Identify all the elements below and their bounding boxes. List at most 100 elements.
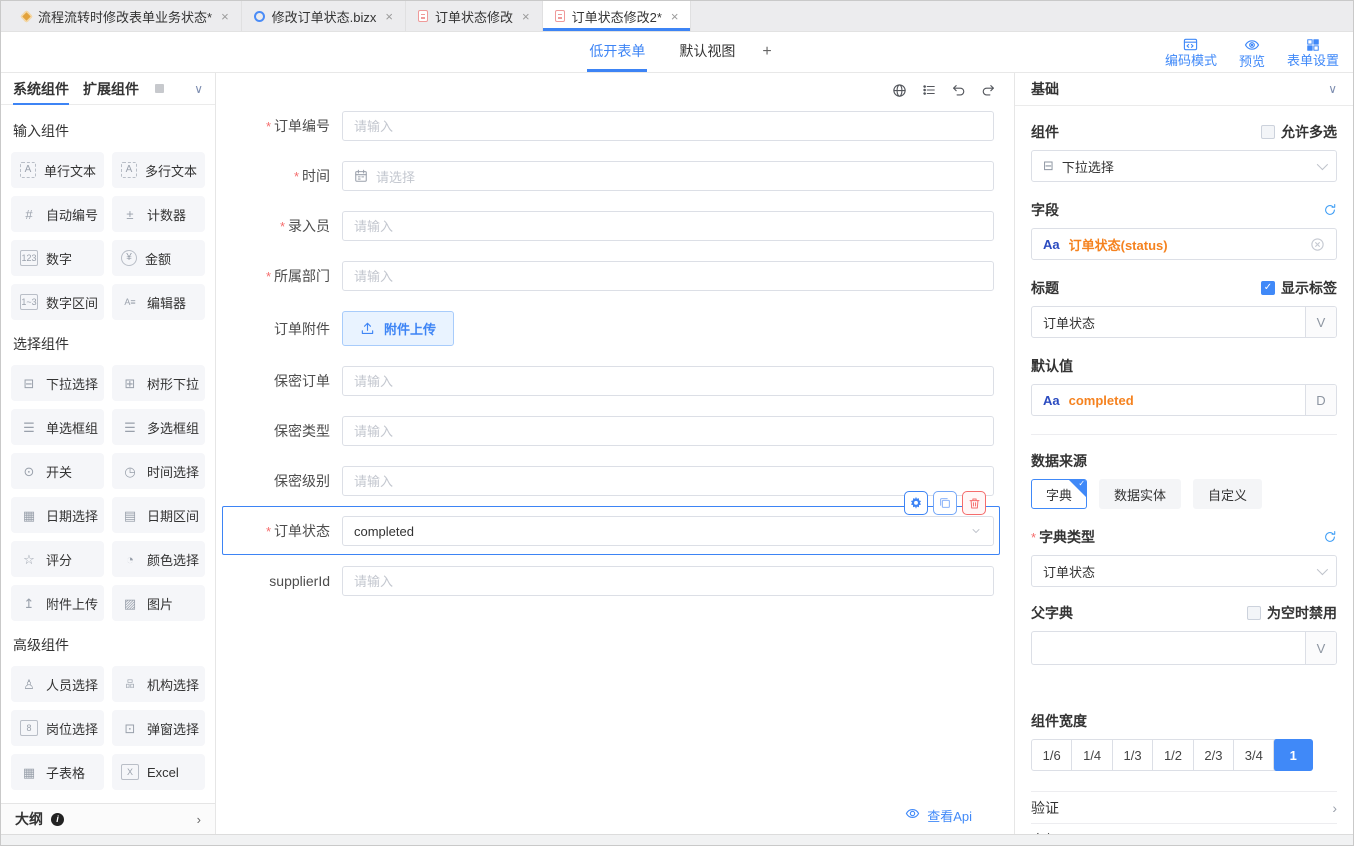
palette-item[interactable]: 品机构选择: [112, 666, 205, 702]
preview-icon: [1244, 37, 1260, 53]
select-input[interactable]: completed: [342, 516, 994, 546]
width-option[interactable]: 1: [1273, 739, 1313, 771]
close-tab-icon[interactable]: ×: [522, 9, 530, 24]
text-input[interactable]: [342, 466, 994, 496]
attachment-upload-icon: ↥: [20, 595, 38, 611]
toolbar-action-label: 编码模式: [1165, 54, 1217, 67]
required-asterisk: *: [266, 119, 271, 134]
close-tab-icon[interactable]: ×: [221, 9, 229, 24]
palette-item[interactable]: ⊙开关: [11, 453, 104, 489]
width-option[interactable]: 2/3: [1193, 740, 1233, 770]
view-tab-active[interactable]: 低开表单: [587, 32, 647, 72]
datasource-tab[interactable]: 数据实体: [1099, 479, 1181, 509]
palette-item-label: 计数器: [147, 205, 186, 224]
palette-item[interactable]: ♙人员选择: [11, 666, 104, 702]
copy-field-button[interactable]: [933, 491, 957, 515]
field-binding-box[interactable]: Aa 订单状态(status): [1031, 228, 1337, 260]
parent-dict-input[interactable]: [1032, 632, 1305, 664]
palette-item[interactable]: ⊟下拉选择: [11, 365, 104, 401]
form-field-row: 保密订单: [230, 366, 994, 396]
dict-type-select[interactable]: 订单状态: [1031, 555, 1337, 587]
palette-item[interactable]: ▦子表格: [11, 754, 104, 790]
editor-icon: A≡: [121, 294, 139, 310]
refresh-icon[interactable]: [1323, 203, 1337, 217]
view-tab-inactive[interactable]: 默认视图: [677, 32, 737, 72]
palette-item[interactable]: ↥附件上传: [11, 585, 104, 621]
palette-item[interactable]: ☰单选框组: [11, 409, 104, 445]
code-mode-button[interactable]: 编码模式: [1165, 37, 1217, 67]
outline-toggle[interactable]: 大纲 i ›: [1, 803, 215, 834]
undo-icon[interactable]: [951, 83, 966, 98]
text-input[interactable]: [342, 566, 994, 596]
redo-icon[interactable]: [981, 83, 996, 98]
palette-item[interactable]: ▦日期选择: [11, 497, 104, 533]
palette-item[interactable]: XExcel: [112, 754, 205, 790]
date-picker-input[interactable]: 请选择: [342, 161, 994, 191]
palette-item[interactable]: ☰多选框组: [112, 409, 205, 445]
form-settings-button[interactable]: 表单设置: [1287, 38, 1339, 67]
outline-icon[interactable]: [922, 83, 936, 97]
dynamic-button[interactable]: D: [1305, 385, 1336, 415]
palette-item[interactable]: 8岗位选择: [11, 710, 104, 746]
refresh-icon[interactable]: [1323, 530, 1337, 544]
add-view-button[interactable]: +: [762, 32, 771, 72]
palette-item[interactable]: ◷时间选择: [112, 453, 205, 489]
text-input[interactable]: [342, 261, 994, 291]
allow-multi-checkbox[interactable]: 允许多选: [1261, 122, 1337, 142]
component-type-select[interactable]: ⊟ 下拉选择: [1031, 150, 1337, 182]
palette-item[interactable]: ☆评分: [11, 541, 104, 577]
width-option[interactable]: 1/4: [1071, 740, 1111, 770]
datasource-tab[interactable]: 字典: [1031, 479, 1087, 509]
width-option[interactable]: 3/4: [1233, 740, 1273, 770]
width-option[interactable]: 1/3: [1112, 740, 1152, 770]
text-input[interactable]: [342, 416, 994, 446]
view-api-link[interactable]: 查看Api: [216, 796, 1014, 834]
palette-item[interactable]: A多行文本: [112, 152, 205, 188]
palette-item[interactable]: 123数字: [11, 240, 104, 276]
chevron-down-icon[interactable]: ∨: [194, 82, 203, 96]
preview-button[interactable]: 预览: [1239, 37, 1265, 68]
properties-header[interactable]: 基础 ∨: [1015, 73, 1353, 106]
delete-field-button[interactable]: [962, 491, 986, 515]
width-option[interactable]: 1/6: [1032, 740, 1071, 770]
width-option[interactable]: 1/2: [1152, 740, 1192, 770]
attachment-upload-button[interactable]: 附件上传: [342, 311, 454, 346]
tab-extension-components[interactable]: 扩展组件: [83, 73, 139, 105]
disable-when-empty-checkbox[interactable]: 为空时禁用: [1247, 603, 1337, 623]
palette-item[interactable]: ◔颜色选择: [112, 541, 205, 577]
clear-icon[interactable]: [1310, 237, 1325, 252]
default-value-input[interactable]: Aa completed: [1032, 385, 1305, 415]
palette-item[interactable]: #自动编号: [11, 196, 104, 232]
globe-icon[interactable]: [892, 83, 907, 98]
accordion-高级[interactable]: 高级›: [1031, 823, 1337, 834]
text-input[interactable]: [342, 211, 994, 241]
close-tab-icon[interactable]: ×: [385, 9, 393, 24]
show-label-checkbox[interactable]: 显示标签: [1261, 278, 1337, 298]
variable-button[interactable]: V: [1305, 307, 1336, 337]
tab-system-components[interactable]: 系统组件: [13, 73, 69, 105]
close-tab-icon[interactable]: ×: [671, 9, 679, 24]
accordion-验证[interactable]: 验证›: [1031, 791, 1337, 823]
palette-item[interactable]: A≡ 编辑器: [112, 284, 205, 320]
text-input[interactable]: [342, 111, 994, 141]
window-tab[interactable]: 订单状态修改×: [406, 1, 543, 31]
palette-item[interactable]: A单行文本: [11, 152, 104, 188]
datasource-tab[interactable]: 自定义: [1193, 479, 1262, 509]
palette-item-label: 单行文本: [44, 161, 96, 180]
palette-item[interactable]: ▤日期区间: [112, 497, 205, 533]
variable-button[interactable]: V: [1305, 632, 1336, 664]
field-settings-button[interactable]: [904, 491, 928, 515]
window-tab[interactable]: 流程流转时修改表单业务状态*×: [10, 1, 242, 31]
title-input[interactable]: 订单状态: [1032, 307, 1305, 337]
palette-item[interactable]: 1~3数字区间: [11, 284, 104, 320]
palette-item[interactable]: ±计数器: [112, 196, 205, 232]
palette-item[interactable]: ⊡弹窗选择: [112, 710, 205, 746]
palette-item[interactable]: ¥金额: [112, 240, 205, 276]
text-input[interactable]: [342, 366, 994, 396]
palette-item[interactable]: ▨图片: [112, 585, 205, 621]
palette-item-label: 编辑器: [147, 293, 186, 312]
palette-item[interactable]: ⊞树形下拉: [112, 365, 205, 401]
window-tab[interactable]: 订单状态修改2*×: [543, 1, 692, 31]
window-tab[interactable]: 修改订单状态.bizx×: [242, 1, 406, 31]
properties-body: 组件 允许多选 ⊟ 下拉选择 字段 Aa 订单状态(: [1015, 106, 1353, 834]
